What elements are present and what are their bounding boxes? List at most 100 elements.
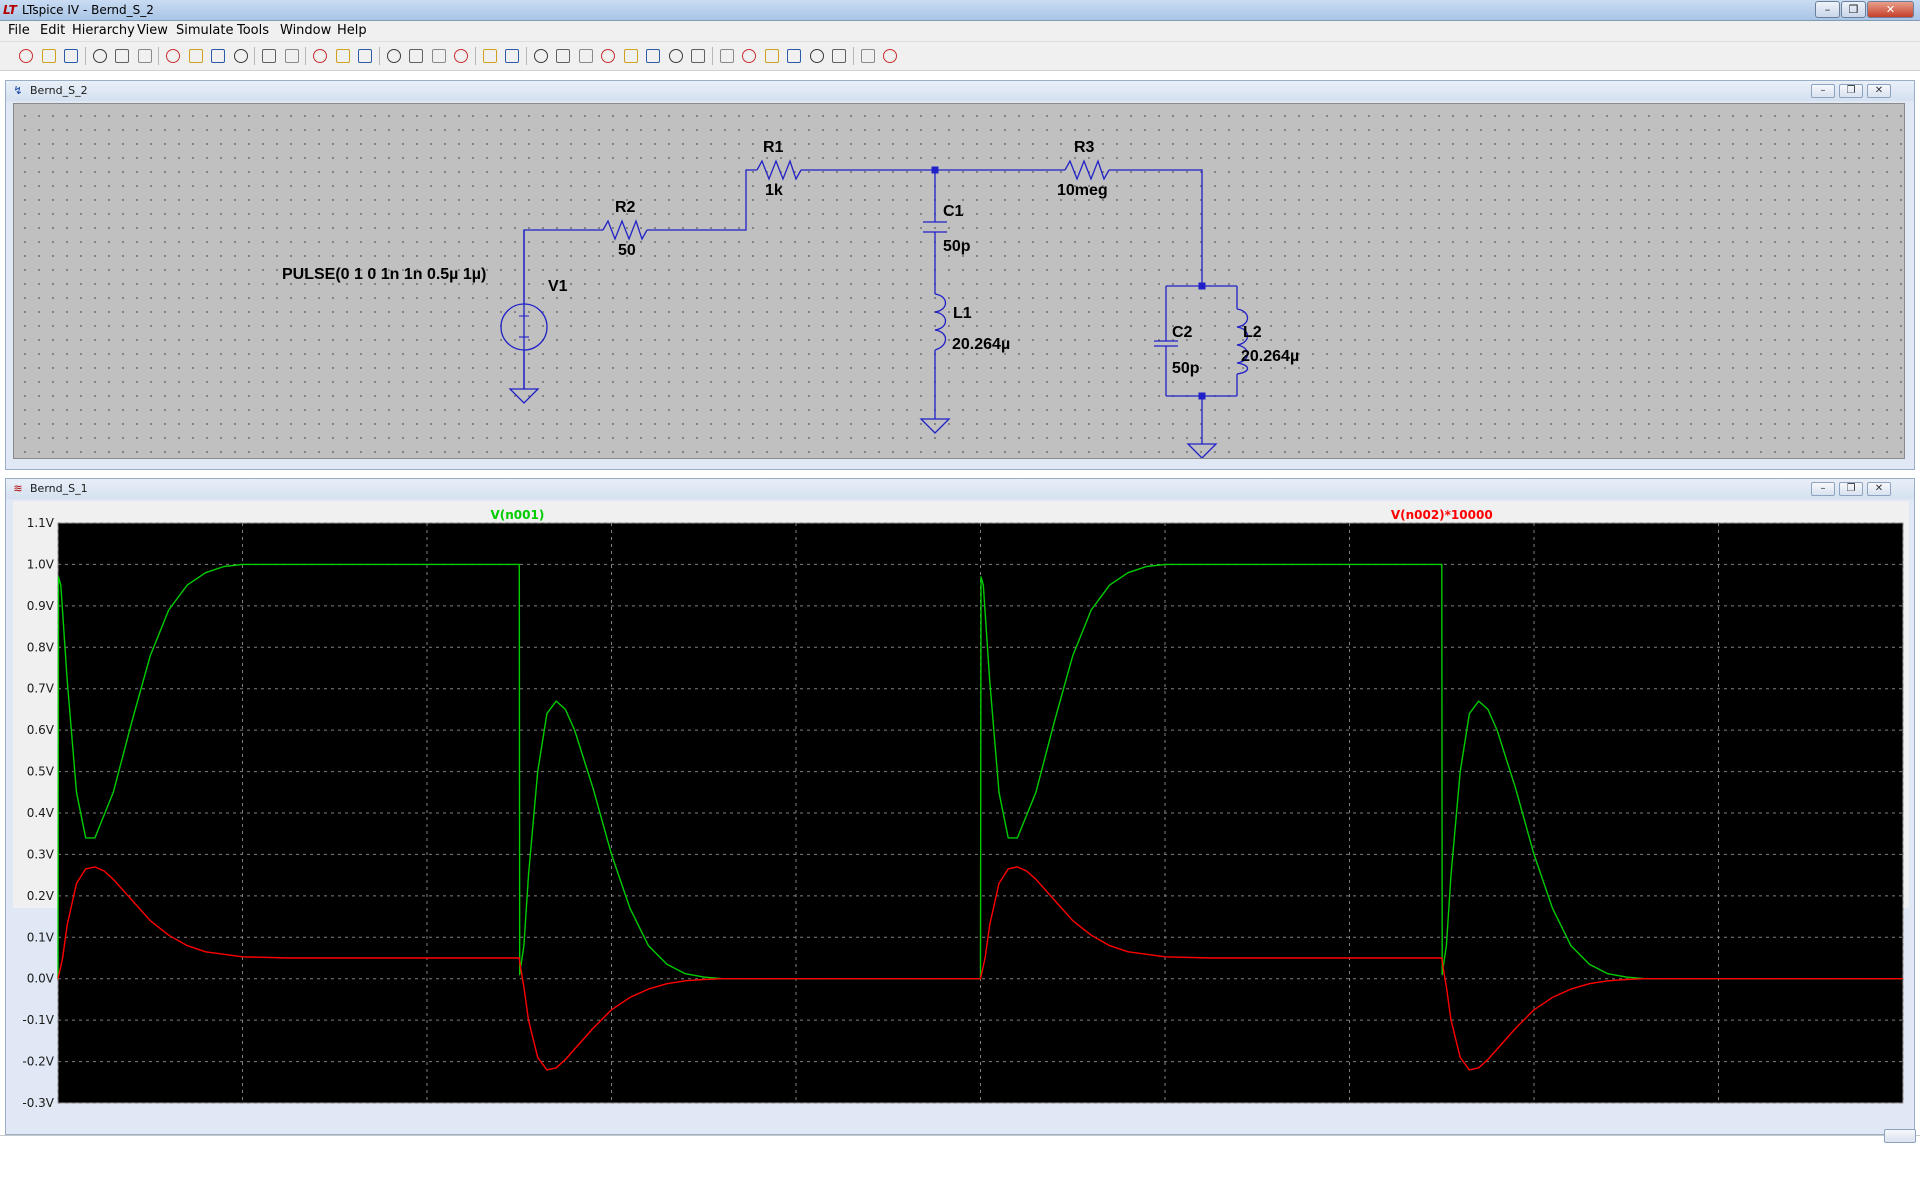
schematic-canvas[interactable]: PULSE(0 1 0 1n 1n 0.5µ 1µ) V1 R2 50 R1 1… [13,103,1905,459]
resize-grip-icon[interactable] [1884,1129,1916,1143]
schematic-icon: ↯ [13,84,23,97]
drag-icon[interactable] [740,47,758,65]
wire-r3-tank[interactable] [1109,169,1203,286]
menu-window[interactable]: Window [280,23,331,38]
r2-value-label[interactable]: 50 [618,242,636,260]
inductor-l1[interactable] [934,293,947,351]
menu-edit[interactable]: Edit [40,23,65,38]
ground-l1-icon[interactable] [919,418,951,434]
waveform-icon: ≋ [13,482,23,495]
undo-icon[interactable] [763,47,781,65]
menu-simulate[interactable]: Simulate [176,23,233,38]
schematic-minimize-button[interactable]: – [1811,84,1835,98]
toolbar-separator [158,47,159,65]
toolbar-separator [852,47,854,65]
status-bar [0,1135,1920,1201]
autorange-icon[interactable] [260,47,278,65]
text-icon[interactable] [859,47,877,65]
zoom-out-icon[interactable] [209,47,227,65]
menu-tools[interactable]: Tools [237,23,269,38]
rotate-icon[interactable] [808,47,826,65]
ground-v1-icon[interactable] [508,388,540,404]
waveform-close-button[interactable]: ✕ [1867,482,1891,496]
l2-ref-label[interactable]: L2 [1243,324,1262,342]
l2-value-label[interactable]: 20.264µ [1241,348,1299,366]
title-bar: LT LTspice IV - Bernd_S_2 – ❐ ✕ [0,0,1920,21]
copy-icon[interactable] [407,47,425,65]
y-tick-label: 0.1V [27,930,55,944]
control-panel-icon[interactable] [91,47,109,65]
x-tick-label: 1.2µs [1149,1109,1182,1111]
menu-hierarchy[interactable]: Hierarchy [72,23,135,38]
v1-source-label[interactable]: PULSE(0 1 0 1n 1n 0.5µ 1µ) [282,266,486,284]
paste-icon[interactable] [430,47,448,65]
waveform-restore-button[interactable]: ❐ [1839,482,1863,496]
minimize-button[interactable]: – [1815,1,1840,18]
save-icon[interactable] [62,47,80,65]
r2-ref-label[interactable]: R2 [615,199,635,217]
r3-value-label[interactable]: 10meg [1057,182,1108,200]
diode-icon[interactable] [667,47,685,65]
zoom-in-icon[interactable] [164,47,182,65]
l1-ref-label[interactable]: L1 [953,305,972,323]
restore-button[interactable]: ❐ [1841,1,1866,18]
menu-file[interactable]: File [8,23,30,38]
waveform-minimize-button[interactable]: – [1811,482,1835,496]
c1-value-label[interactable]: 50p [943,238,971,256]
resistor-r1[interactable] [756,159,802,181]
schematic-close-button[interactable]: ✕ [1867,84,1891,98]
ground-tank-icon[interactable] [1186,443,1218,458]
close-button[interactable]: ✕ [1867,1,1914,18]
v1-ref-label[interactable]: V1 [548,278,568,296]
find-icon[interactable] [452,47,470,65]
resistor-icon[interactable] [599,47,617,65]
capacitor-icon[interactable] [622,47,640,65]
wire-r2-r1[interactable] [647,169,757,231]
mirror-icon[interactable] [830,47,848,65]
spice-directive-icon[interactable] [881,47,899,65]
c1-ref-label[interactable]: C1 [943,203,963,221]
redo-icon[interactable] [785,47,803,65]
tile-vertical-icon[interactable] [334,47,352,65]
new-schematic-icon[interactable] [17,47,35,65]
run-icon[interactable] [113,47,131,65]
menu-help[interactable]: Help [337,23,367,38]
cascade-icon[interactable] [356,47,374,65]
trace-label-v-n002[interactable]: V(n002)*10000 [1391,508,1493,522]
c2-value-label[interactable]: 50p [1172,360,1200,378]
schematic-window-title: Bernd_S_2 [30,84,88,97]
halt-icon[interactable] [136,47,154,65]
x-tick-label: 0.6µs [595,1109,628,1111]
resistor-r3[interactable] [1064,159,1110,181]
waveform-plot[interactable]: 0.0µs0.2µs0.4µs0.6µs0.8µs1.0µs1.2µs1.4µs… [13,501,1909,1111]
menu-view[interactable]: View [137,23,168,38]
r3-ref-label[interactable]: R3 [1074,139,1094,157]
r1-ref-label[interactable]: R1 [763,139,783,157]
zoom-cancel-icon[interactable] [232,47,250,65]
capacitor-c1[interactable] [923,221,947,233]
cut-icon[interactable] [385,47,403,65]
plot-pane[interactable]: 0.0µs0.2µs0.4µs0.6µs0.8µs1.0µs1.2µs1.4µs… [13,501,1909,1111]
zoom-area-icon[interactable] [187,47,205,65]
schematic-restore-button[interactable]: ❐ [1839,84,1863,98]
tile-horizontal-icon[interactable] [311,47,329,65]
ground-icon[interactable] [554,47,572,65]
open-icon[interactable] [40,47,58,65]
inductor-icon[interactable] [644,47,662,65]
label-icon[interactable] [577,47,595,65]
print-icon[interactable] [503,47,521,65]
y-tick-label: 1.1V [27,516,55,530]
component-icon[interactable] [689,47,707,65]
trace-label-v-n001[interactable]: V(n001) [490,508,544,522]
junction-node-1 [931,166,939,174]
y-tick-label: -0.2V [22,1055,54,1069]
print-setup-icon[interactable] [481,47,499,65]
r1-value-label[interactable]: 1k [765,182,783,200]
l1-value-label[interactable]: 20.264µ [952,336,1010,354]
c2-ref-label[interactable]: C2 [1172,324,1192,342]
resistor-r2[interactable] [602,219,648,241]
wire-v1-r2[interactable] [523,229,603,389]
move-icon[interactable] [718,47,736,65]
wire-icon[interactable] [532,47,550,65]
grid-icon[interactable] [283,47,301,65]
